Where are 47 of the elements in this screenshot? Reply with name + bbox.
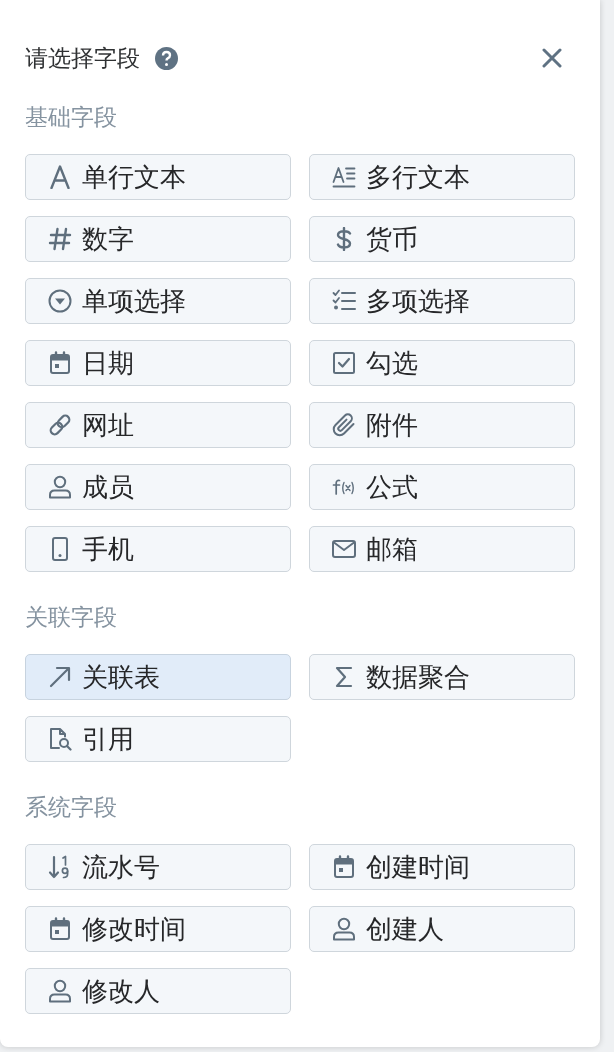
field-option-button[interactable]: 公式 bbox=[309, 464, 575, 510]
field-option-button[interactable]: 创建人 bbox=[309, 906, 575, 952]
field-option-button[interactable]: 日期 bbox=[25, 340, 291, 386]
field-option-button[interactable]: 关联表 bbox=[25, 654, 291, 700]
field-option-button[interactable]: 邮箱 bbox=[309, 526, 575, 572]
envelope-icon bbox=[332, 537, 356, 561]
checklist-icon bbox=[332, 289, 356, 313]
field-option-button[interactable]: 货币 bbox=[309, 216, 575, 262]
field-option-button[interactable]: 附件 bbox=[309, 402, 575, 448]
text-lines-icon bbox=[332, 165, 356, 189]
hash-icon bbox=[48, 227, 72, 251]
field-option-button[interactable]: 手机 bbox=[25, 526, 291, 572]
link-icon bbox=[48, 413, 72, 437]
field-option-button[interactable]: 单项选择 bbox=[25, 278, 291, 324]
dialog-title: 请选择字段 bbox=[25, 44, 140, 72]
section-label: 基础字段 bbox=[25, 104, 118, 130]
dropdown-circle-icon bbox=[48, 289, 72, 313]
field-option-button[interactable]: 数字 bbox=[25, 216, 291, 262]
field-option-button[interactable]: 创建时间 bbox=[309, 844, 575, 890]
field-option-button[interactable]: 成员 bbox=[25, 464, 291, 510]
calendar-icon bbox=[48, 351, 72, 375]
close-icon bbox=[542, 48, 562, 68]
field-option-button[interactable]: 数据聚合 bbox=[309, 654, 575, 700]
field-option-button[interactable]: 多行文本 bbox=[309, 154, 575, 200]
paperclip-icon bbox=[332, 413, 356, 437]
close-button[interactable] bbox=[542, 48, 562, 68]
field-option-button[interactable]: 多项选择 bbox=[309, 278, 575, 324]
field-option-button[interactable]: 修改时间 bbox=[25, 906, 291, 952]
calendar-icon bbox=[332, 855, 356, 879]
formula-icon bbox=[332, 479, 356, 495]
arrow-icon bbox=[48, 665, 72, 689]
document-search-icon bbox=[48, 727, 72, 751]
person-icon bbox=[332, 917, 356, 941]
field-option-button[interactable]: 流水号 bbox=[25, 844, 291, 890]
help-icon[interactable] bbox=[155, 46, 178, 70]
field-option-button[interactable]: 单行文本 bbox=[25, 154, 291, 200]
field-option-button[interactable]: 引用 bbox=[25, 716, 291, 762]
person-icon bbox=[48, 475, 72, 499]
calendar-icon bbox=[48, 917, 72, 941]
checkbox-icon bbox=[332, 351, 356, 375]
letter-a-icon bbox=[48, 165, 72, 189]
field-option-button[interactable]: 网址 bbox=[25, 402, 291, 448]
field-option-button[interactable]: 勾选 bbox=[309, 340, 575, 386]
section-label: 关联字段 bbox=[25, 604, 118, 630]
section-label: 系统字段 bbox=[25, 794, 118, 820]
field-option-button[interactable]: 修改人 bbox=[25, 968, 291, 1014]
person-icon bbox=[48, 979, 72, 1003]
